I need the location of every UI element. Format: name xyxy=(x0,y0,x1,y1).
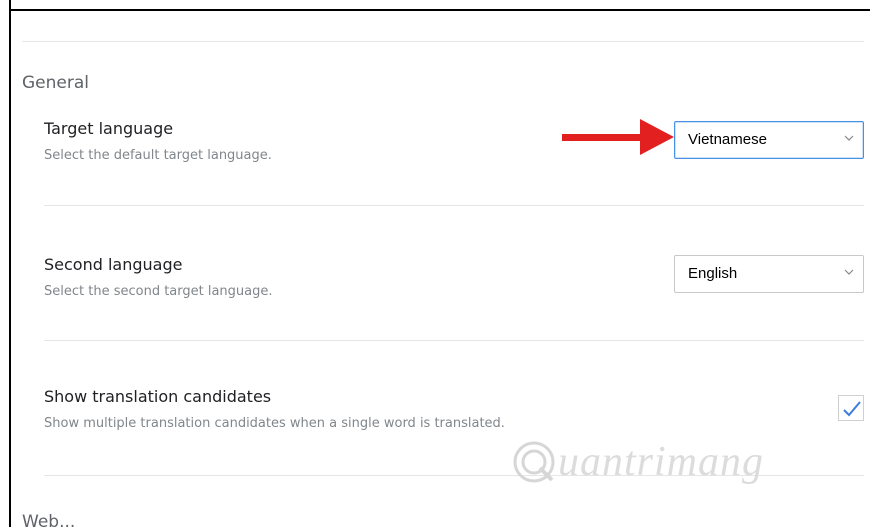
checkmark-icon xyxy=(843,401,861,417)
section-title-general: General xyxy=(22,73,89,93)
settings-page: General Target language Select the defau… xyxy=(0,0,870,532)
watermark-logo-icon xyxy=(513,441,555,483)
translation-candidates-checkbox[interactable] xyxy=(838,395,864,421)
target-language-select[interactable]: Vietnamese xyxy=(674,121,864,159)
window-border-left xyxy=(9,0,11,527)
translation-candidates-title: Show translation candidates xyxy=(44,387,272,406)
window-border-top xyxy=(9,9,870,11)
watermark-text: uantrimang xyxy=(558,439,765,485)
second-language-title: Second language xyxy=(44,255,183,274)
section-title-next: Web... xyxy=(22,512,76,532)
second-language-description: Select the second target language. xyxy=(44,284,273,299)
target-language-description: Select the default target language. xyxy=(44,148,272,163)
second-language-select[interactable]: English xyxy=(674,255,864,293)
target-language-title: Target language xyxy=(44,119,174,138)
second-language-value: English xyxy=(688,265,738,282)
target-language-value: Vietnamese xyxy=(688,131,767,148)
chevron-down-icon xyxy=(844,269,854,275)
divider xyxy=(44,340,864,341)
translation-candidates-description: Show multiple translation candidates whe… xyxy=(44,416,505,431)
divider xyxy=(44,205,864,206)
chevron-down-icon xyxy=(844,135,854,141)
red-arrow-pointer xyxy=(562,119,674,155)
top-divider xyxy=(22,41,864,42)
